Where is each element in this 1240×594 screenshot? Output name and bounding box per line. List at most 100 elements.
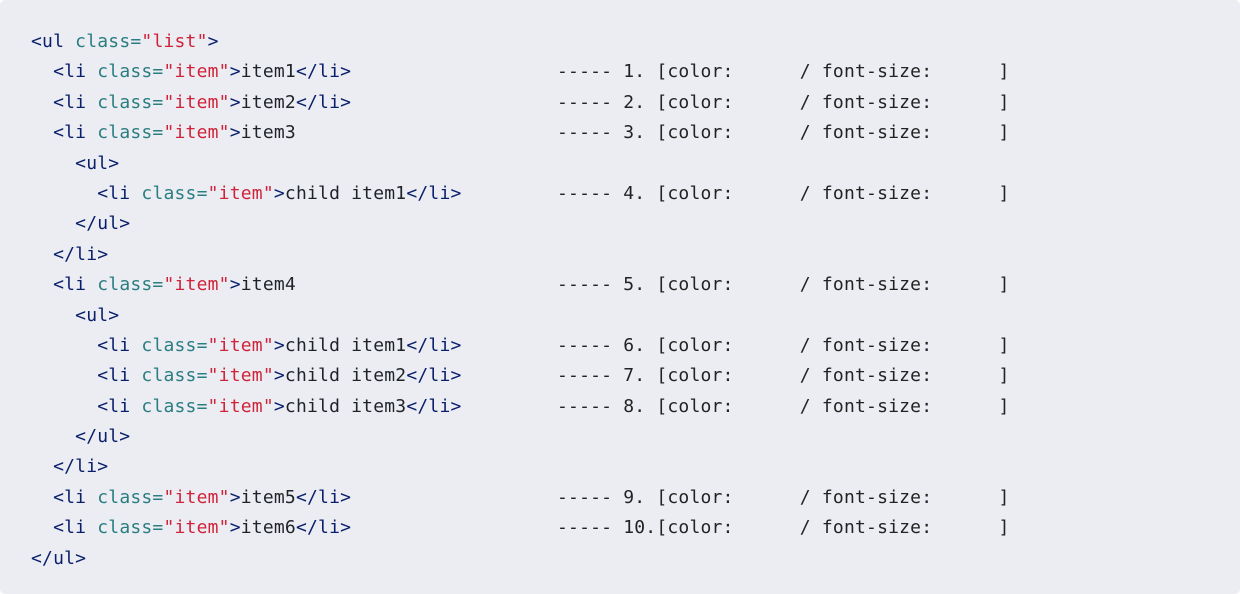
attr-value: "item" (163, 122, 230, 144)
attr-name: class= (75, 31, 142, 52)
code-markup: <li class="item">child item1</li> (31, 331, 557, 361)
code-markup: </li> (31, 452, 557, 482)
tag-open: <ul (31, 31, 65, 52)
item-text: item6 (240, 517, 296, 539)
annotation-note: ----- 1. [color: / font-size: ] (557, 61, 1010, 83)
code-line: <li class="item">item1</li> ----- 1. [col… (31, 57, 1240, 87)
item-text: child item1 (284, 182, 407, 204)
tag-close-bracket: > (229, 517, 241, 539)
code-block: <ul class="list"> <li class="item">item1… (0, 0, 1240, 594)
tag-open: <li (53, 486, 87, 508)
tag-close-bracket: > (273, 334, 285, 356)
code-markup: </li> (31, 240, 557, 270)
tag-open: <li (97, 395, 131, 417)
code-line: <ul class="list"> (31, 27, 1240, 57)
tag-close-bracket: > (273, 182, 285, 204)
code-markup: <li class="item">child item1</li> (31, 179, 557, 209)
code-line: <ul> (31, 149, 1240, 179)
attr-name: class= (97, 91, 164, 113)
code-markup: <li class="item">item1</li> (31, 57, 557, 87)
code-markup: <li class="item">item6</li> (31, 513, 557, 543)
tag-open: <li (97, 365, 131, 387)
code-markup: </ul> (31, 544, 557, 574)
tag-open: </li> (53, 456, 109, 478)
tag-open: <li (53, 91, 87, 113)
tag-end: </li> (295, 486, 352, 508)
code-markup: <li class="item">item4 (31, 270, 557, 300)
tag-close-bracket: > (229, 486, 241, 508)
tag-end: </li> (406, 334, 462, 356)
tag-open: </ul> (31, 547, 87, 569)
code-line: </ul> (31, 544, 1240, 574)
tag-end: </li> (295, 61, 352, 83)
item-text: item1 (240, 61, 296, 83)
tag-open: <li (53, 122, 87, 144)
tag-end: </li> (406, 365, 462, 387)
annotation-note: ----- 4. [color: / font-size: ] (557, 182, 1010, 204)
code-markup: </ul> (31, 422, 557, 452)
code-line: <li class="item">child item3</li> ----- 8… (31, 392, 1240, 422)
tag-end: </li> (295, 91, 352, 113)
code-markup: <li class="item">child item2</li> (31, 361, 557, 391)
code-line: </ul> (31, 209, 1240, 239)
annotation-note: ----- 2. [color: / font-size: ] (557, 91, 1010, 113)
tag-end: </li> (406, 182, 462, 204)
code-line: <li class="item">child item1</li> ----- 6… (31, 331, 1240, 361)
code-line: <li class="item">item6</li> ----- 10.[col… (31, 513, 1240, 543)
item-text: item2 (240, 91, 296, 113)
tag-close-bracket: > (229, 61, 241, 83)
attr-name: class= (97, 517, 164, 539)
attr-name: class= (97, 122, 164, 144)
tag-open: <li (97, 334, 131, 356)
tag-open: </li> (53, 243, 109, 265)
attr-name: class= (141, 365, 208, 387)
code-line: <li class="item">item3 ----- 3. [color: /… (31, 118, 1240, 148)
attr-name: class= (141, 182, 208, 204)
tag-close-bracket: > (273, 365, 285, 387)
tag-close-bracket: > (229, 91, 241, 113)
attr-value: "item" (207, 395, 274, 417)
tag-open: <li (53, 517, 87, 539)
code-markup: <ul class="list"> (31, 27, 557, 57)
code-line: <li class="item">item4 ----- 5. [color: /… (31, 270, 1240, 300)
tag-open: </ul> (75, 426, 131, 448)
item-text: child item3 (284, 395, 407, 417)
tag-open: <ul> (75, 304, 120, 326)
item-text: child item1 (284, 334, 407, 356)
annotation-note: ----- 9. [color: / font-size: ] (557, 486, 1010, 508)
code-line: </li> (31, 240, 1240, 270)
item-text: item4 (240, 274, 296, 296)
code-markup: <ul> (31, 149, 557, 179)
tag-close-bracket: > (229, 274, 241, 296)
tag-open: <li (53, 274, 87, 296)
annotation-note: ----- 10.[color: / font-size: ] (557, 517, 1010, 539)
code-markup: <li class="item">item2</li> (31, 88, 557, 118)
annotation-note: ----- 3. [color: / font-size: ] (557, 122, 1010, 144)
attr-value: "item" (163, 61, 230, 83)
annotation-note: ----- 7. [color: / font-size: ] (557, 365, 1010, 387)
attr-value: "item" (163, 91, 230, 113)
code-line: <li class="item">child item1</li> ----- 4… (31, 179, 1240, 209)
attr-value: "item" (207, 334, 274, 356)
code-line: </ul> (31, 422, 1240, 452)
item-text: child item2 (284, 365, 407, 387)
tag-end: </li> (406, 395, 462, 417)
code-line: <li class="item">item2</li> ----- 2. [col… (31, 88, 1240, 118)
code-line: <li class="item">child item2</li> ----- 7… (31, 361, 1240, 391)
item-text: item5 (240, 486, 296, 508)
attr-name: class= (97, 61, 164, 83)
tag-close-bracket: > (229, 122, 241, 144)
tag-open: </ul> (75, 213, 131, 235)
tag-end: </li> (295, 517, 352, 539)
